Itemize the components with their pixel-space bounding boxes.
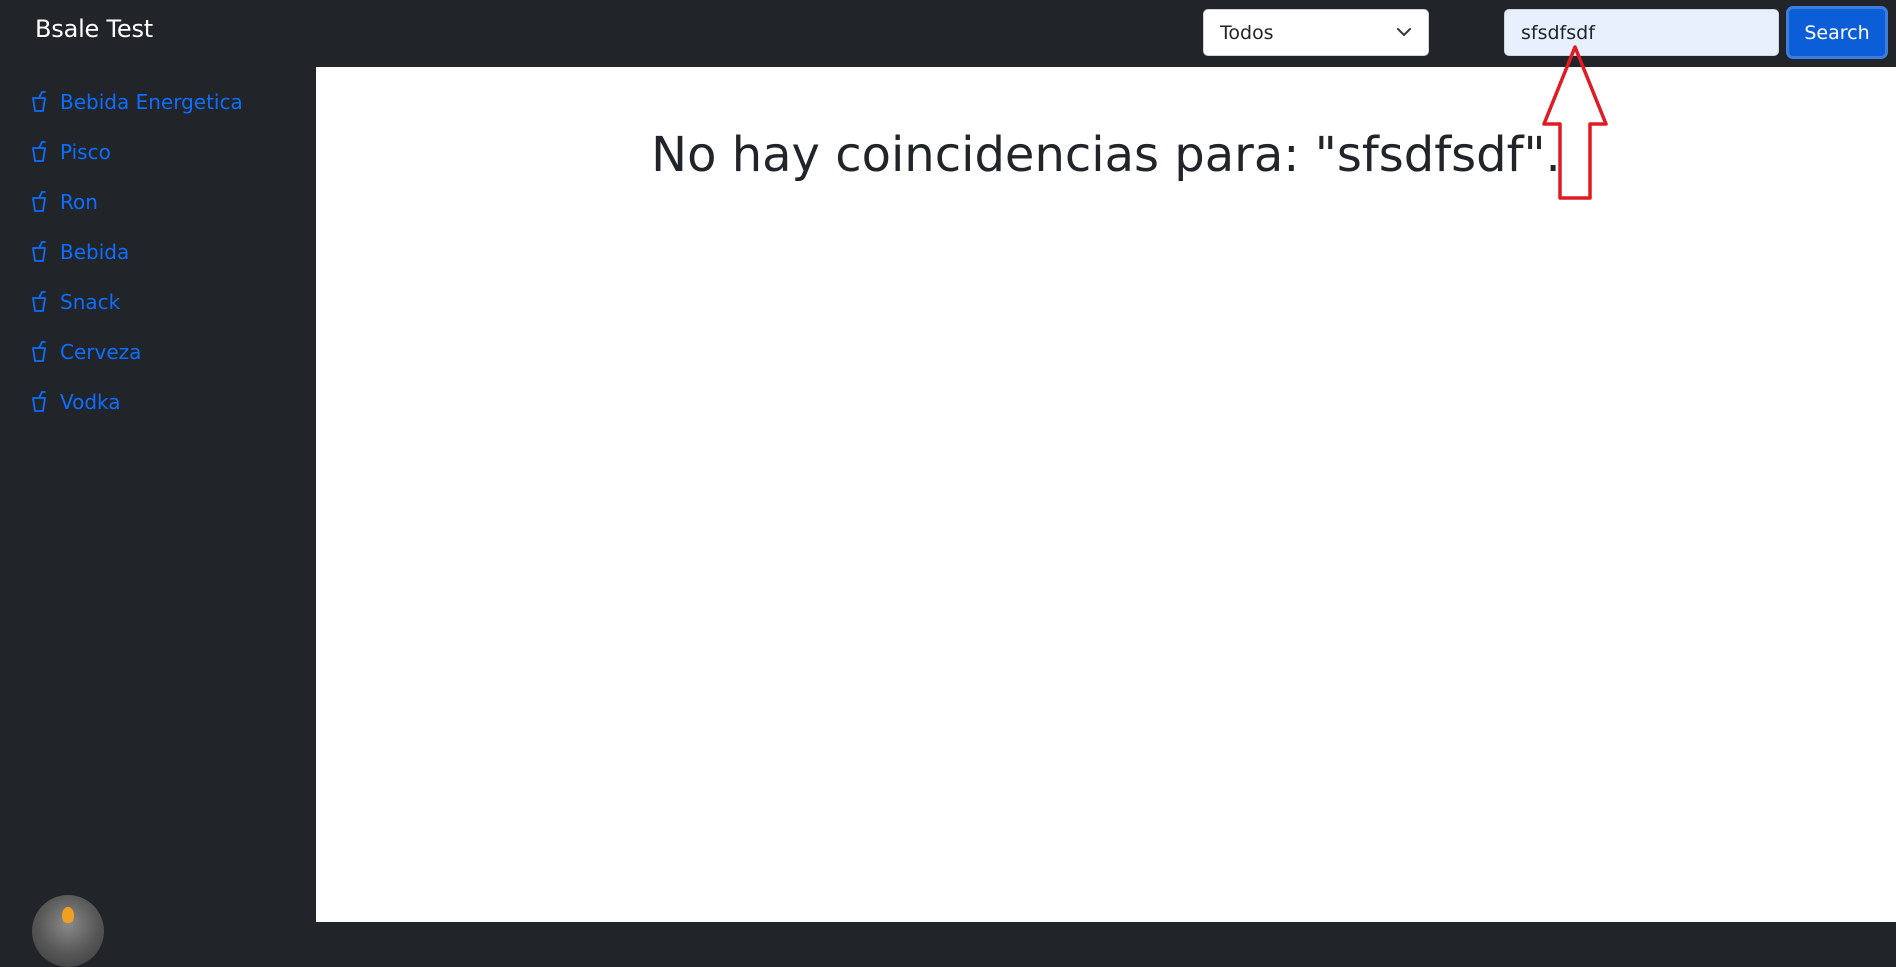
main-content: No hay coincidencias para: "sfsdfsdf". (316, 67, 1896, 922)
brand-title[interactable]: Bsale Test (35, 15, 153, 43)
sidebar-item-label: Bebida (60, 240, 130, 264)
sidebar-item-label: Cerveza (60, 340, 142, 364)
sidebar: Bebida Energetica Pisco Ron Bebida Snack (0, 67, 316, 922)
flame-icon (62, 907, 74, 923)
sidebar-item-ron[interactable]: Ron (30, 185, 98, 219)
cup-straw-icon (32, 341, 46, 362)
sidebar-item-label: Ron (60, 190, 98, 214)
sidebar-item-label: Vodka (60, 390, 121, 414)
cup-straw-icon (32, 291, 46, 312)
sidebar-item-bebida[interactable]: Bebida (30, 235, 129, 269)
sidebar-item-bebida-energetica[interactable]: Bebida Energetica (30, 85, 243, 119)
avatar[interactable] (32, 895, 104, 967)
cup-straw-icon (32, 391, 46, 412)
sidebar-item-label: Pisco (60, 140, 111, 164)
sidebar-item-vodka[interactable]: Vodka (30, 385, 121, 419)
cup-straw-icon (32, 241, 46, 262)
sidebar-item-cerveza[interactable]: Cerveza (30, 335, 141, 369)
cup-straw-icon (32, 141, 46, 162)
chevron-down-icon (1397, 28, 1411, 36)
category-select[interactable]: Todos (1203, 9, 1429, 56)
sidebar-item-label: Snack (60, 290, 121, 314)
navbar: Bsale Test Todos Search (0, 0, 1896, 67)
sidebar-item-snack[interactable]: Snack (30, 285, 120, 319)
search-button[interactable]: Search (1786, 6, 1888, 59)
sidebar-item-pisco[interactable]: Pisco (30, 135, 111, 169)
cup-straw-icon (32, 91, 46, 112)
category-select-value: Todos (1220, 22, 1274, 44)
annotation-arrow-icon (1542, 45, 1608, 200)
sidebar-item-label: Bebida Energetica (60, 90, 243, 114)
cup-straw-icon (32, 191, 46, 212)
no-results-message: No hay coincidencias para: "sfsdfsdf". (651, 127, 1561, 183)
